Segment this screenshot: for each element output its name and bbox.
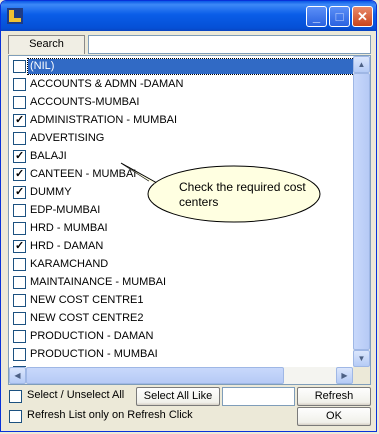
- search-tab[interactable]: Search: [8, 35, 85, 54]
- list-item-label: HRD - MUMBAI: [30, 222, 108, 234]
- list-item-checkbox[interactable]: [13, 60, 26, 73]
- list-item[interactable]: PRODUCTION - MUMBAI: [11, 345, 355, 363]
- list-item-checkbox[interactable]: [13, 312, 26, 325]
- list-item-label: (NIL): [27, 58, 357, 75]
- cost-centre-dialog: _ □ ✕ Search PRODUCTION-BALAJI-MUMBAIPRO…: [0, 0, 377, 432]
- app-icon: [7, 8, 23, 24]
- scroll-right-icon[interactable]: ▶: [336, 367, 353, 384]
- list-item[interactable]: ADVERTISING: [11, 129, 355, 147]
- list-item-checkbox[interactable]: [13, 132, 26, 145]
- scroll-down-icon[interactable]: ▼: [353, 350, 370, 367]
- refresh-on-click-label: Refresh List only on Refresh Click: [27, 409, 193, 421]
- list-item-label: HRD - DAMAN: [30, 240, 104, 252]
- scroll-up-icon[interactable]: ▲: [353, 56, 370, 73]
- select-like-input[interactable]: [222, 387, 295, 406]
- list-item[interactable]: (NIL): [11, 57, 357, 75]
- list-item-checkbox[interactable]: [13, 168, 26, 181]
- list-item-label: NEW COST CENTRE2: [30, 312, 144, 324]
- scroll-corner: [353, 367, 370, 384]
- list-item-label: DUMMY: [30, 186, 72, 198]
- refresh-button[interactable]: Refresh: [297, 387, 371, 406]
- minimize-button[interactable]: _: [306, 6, 327, 27]
- list-item-checkbox[interactable]: [13, 186, 26, 199]
- list-item-checkbox[interactable]: [13, 204, 26, 217]
- select-all-label: Select / Unselect All: [27, 389, 125, 401]
- list-item[interactable]: ADMINISTRATION - MUMBAI: [11, 111, 355, 129]
- list-item-label: KARAMCHAND: [30, 258, 109, 270]
- list-item-label: MAINTAINANCE - MUMBAI: [30, 276, 167, 288]
- list-item-label: NEW COST CENTRE1: [30, 294, 144, 306]
- list-item-label: ACCOUNTS & ADMN -DAMAN: [30, 78, 184, 90]
- list-item[interactable]: NEW COST CENTRE2: [11, 309, 355, 327]
- select-all-like-button[interactable]: Select All Like: [136, 387, 220, 406]
- scroll-left-icon[interactable]: ◀: [9, 367, 26, 384]
- vertical-scrollbar[interactable]: ▲ ▼: [353, 56, 370, 367]
- list-item-checkbox[interactable]: [13, 96, 26, 109]
- list-item-label: ADMINISTRATION - MUMBAI: [30, 114, 178, 126]
- list-item-checkbox[interactable]: [13, 330, 26, 343]
- refresh-on-click-checkbox[interactable]: [9, 410, 22, 423]
- title-bar[interactable]: _ □ ✕: [1, 1, 376, 31]
- list-item[interactable]: ACCOUNTS & ADMN -DAMAN: [11, 75, 355, 93]
- list-item-label: EDP-MUMBAI: [30, 204, 101, 216]
- callout-tooltip: Check the required cost centers: [120, 162, 321, 226]
- select-all-checkbox[interactable]: [9, 390, 22, 403]
- horizontal-scroll-thumb[interactable]: [26, 367, 284, 384]
- list-item-label: ACCOUNTS-MUMBAI: [30, 96, 140, 108]
- list-item-checkbox[interactable]: [13, 150, 26, 163]
- vertical-scroll-thumb[interactable]: [353, 73, 370, 350]
- list-item-label: CANTEEN - MUMBAI: [30, 168, 137, 180]
- search-input[interactable]: [88, 35, 371, 54]
- ok-button[interactable]: OK: [297, 407, 371, 426]
- list-item-label: PRODUCTION - DAMAN: [30, 330, 154, 342]
- list-item[interactable]: NEW COST CENTRE1: [11, 291, 355, 309]
- list-item[interactable]: MAINTAINANCE - MUMBAI: [11, 273, 355, 291]
- list-item-checkbox[interactable]: [13, 276, 26, 289]
- list-item-label: BALAJI: [30, 150, 67, 162]
- callout-text: Check the required cost centers: [179, 180, 306, 209]
- list-item-label: ADVERTISING: [30, 132, 105, 144]
- list-item[interactable]: KARAMCHAND: [11, 255, 355, 273]
- list-item-checkbox[interactable]: [13, 258, 26, 271]
- close-button[interactable]: ✕: [352, 6, 373, 27]
- maximize-button[interactable]: □: [329, 6, 350, 27]
- horizontal-scrollbar[interactable]: ◀ ▶: [9, 367, 353, 384]
- list-item[interactable]: ACCOUNTS-MUMBAI: [11, 93, 355, 111]
- list-item[interactable]: PRODUCTION - DAMAN: [11, 327, 355, 345]
- list-item-checkbox[interactable]: [13, 294, 26, 307]
- list-item-label: PRODUCTION - MUMBAI: [30, 348, 158, 360]
- list-item[interactable]: HRD - DAMAN: [11, 237, 355, 255]
- list-item-checkbox[interactable]: [13, 222, 26, 235]
- list-item-checkbox[interactable]: [13, 240, 26, 253]
- list-item-checkbox[interactable]: [13, 114, 26, 127]
- list-item-checkbox[interactable]: [13, 78, 26, 91]
- list-item-checkbox[interactable]: [13, 348, 26, 361]
